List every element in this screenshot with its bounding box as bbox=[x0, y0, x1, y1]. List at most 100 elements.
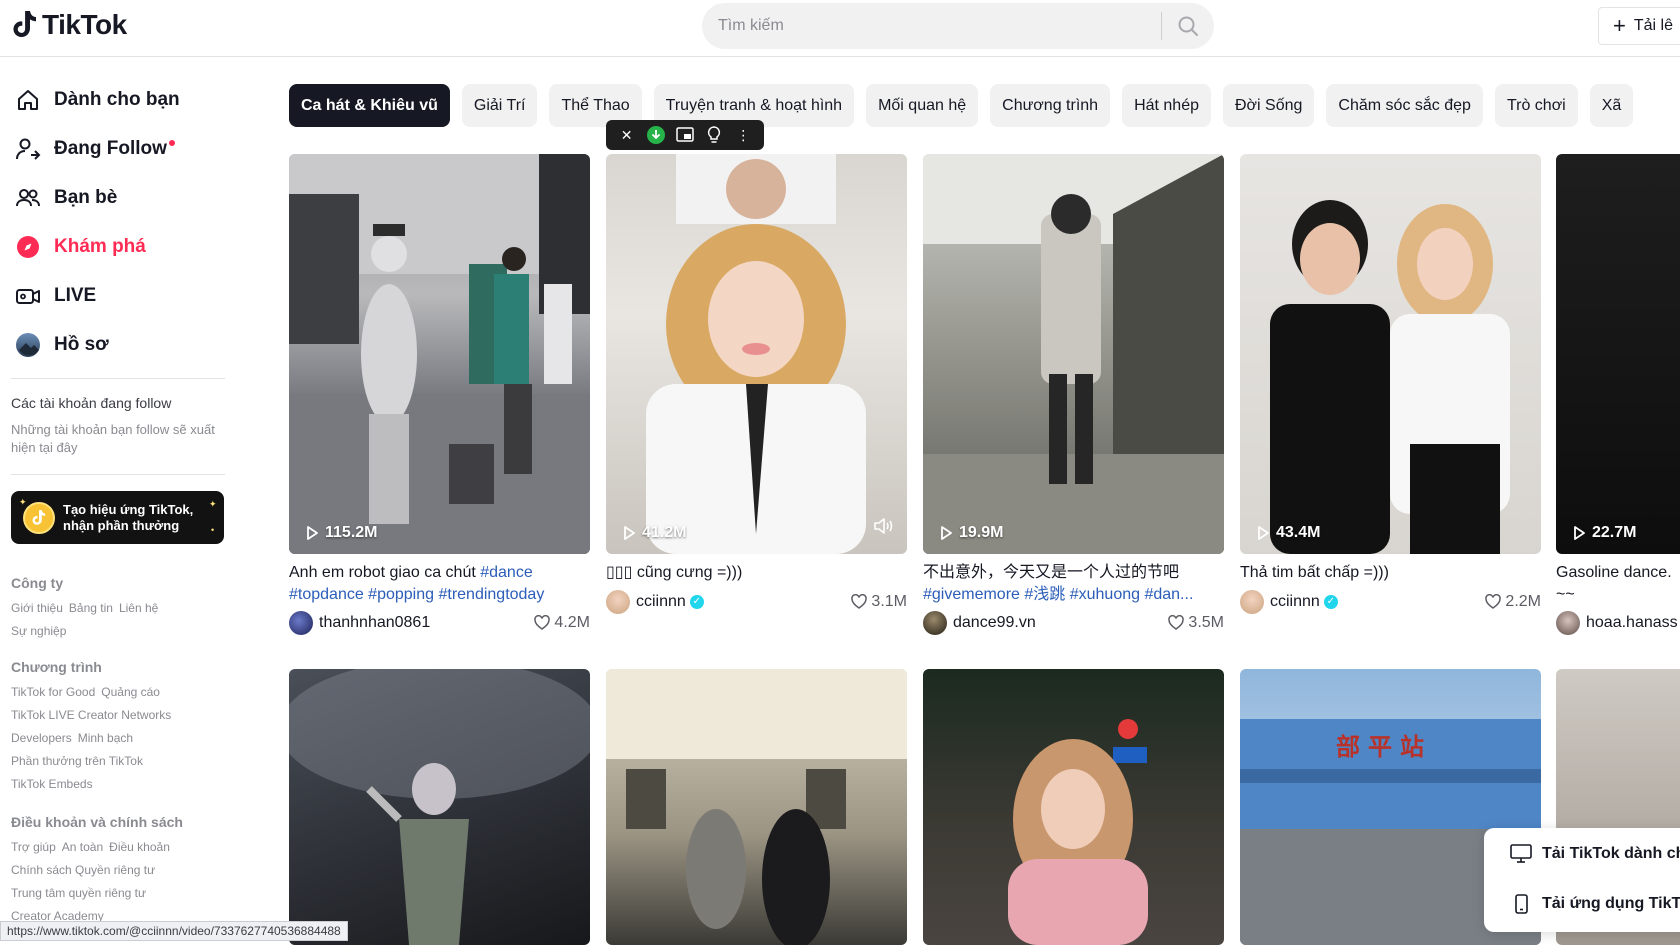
video-thumbnail[interactable]: 22.7M bbox=[1556, 154, 1680, 554]
footer-links-company: Giới thiệu Bảng tin Liên hệ Sự nghiệp bbox=[11, 597, 221, 643]
thumbnail-scene bbox=[646, 154, 866, 554]
category-pill[interactable]: Ca hát & Khiêu vũ bbox=[289, 84, 450, 127]
view-count-text: 19.9M bbox=[959, 524, 1004, 541]
video-thumbnail[interactable]: 43.4M bbox=[1240, 154, 1541, 554]
footer-section-terms: Điều khoản và chính sách bbox=[11, 814, 183, 830]
video-thumbnail[interactable]: 19.9M bbox=[923, 154, 1224, 554]
description-text: Anh em robot giao ca chút bbox=[289, 564, 481, 581]
user-avatar[interactable] bbox=[1240, 590, 1264, 614]
footer-link[interactable]: TikTok for Good bbox=[11, 685, 95, 699]
footer-link[interactable]: Chính sách Quyền riêng tư bbox=[11, 863, 155, 877]
play-icon bbox=[307, 526, 318, 540]
video-description[interactable]: 不出意外，今天又是一个人过的节吧 #givememore #浅跳 #xuhuon… bbox=[923, 562, 1224, 606]
user-avatar[interactable] bbox=[923, 611, 947, 635]
user-avatar[interactable] bbox=[606, 590, 630, 614]
footer-link[interactable]: Liên hệ bbox=[119, 601, 158, 615]
footer-link[interactable]: TikTok Embeds bbox=[11, 777, 93, 791]
video-card[interactable] bbox=[606, 669, 907, 945]
video-description[interactable]: ▯▯▯ cũng cưng =))) bbox=[606, 562, 907, 584]
category-pill[interactable]: Trò chơi bbox=[1494, 84, 1578, 127]
footer-link[interactable]: Trợ giúp bbox=[11, 840, 56, 854]
nav-label: Đang Follow bbox=[54, 138, 167, 159]
tiktok-logo[interactable]: TikTok bbox=[10, 9, 127, 41]
nav-label: Bạn bè bbox=[54, 187, 118, 208]
video-thumbnail[interactable]: 115.2M bbox=[289, 154, 590, 554]
footer-section-programs: Chương trình bbox=[11, 659, 102, 675]
like-count: 2.2M bbox=[1485, 593, 1541, 611]
username[interactable]: hoaa.hanass bbox=[1586, 614, 1680, 632]
view-count-text: 115.2M bbox=[325, 524, 378, 541]
footer-link[interactable]: Bảng tin bbox=[69, 601, 113, 615]
picture-in-picture-icon[interactable] bbox=[674, 124, 696, 146]
nav-for-you[interactable]: Dành cho bạn bbox=[14, 86, 180, 114]
footer-link[interactable]: Trung tâm quyền riêng tư bbox=[11, 886, 146, 900]
create-effect-banner[interactable]: Tạo hiệu ứng TikTok, nhận phần thưởng ✦ … bbox=[11, 491, 224, 544]
category-pill[interactable]: Hát nhép bbox=[1122, 84, 1211, 127]
category-pill[interactable]: Chương trình bbox=[990, 84, 1111, 127]
footer-link[interactable]: Minh bạch bbox=[78, 731, 133, 745]
home-icon bbox=[14, 86, 42, 114]
user-avatar[interactable] bbox=[289, 611, 313, 635]
footer-link[interactable]: Giới thiệu bbox=[11, 601, 63, 615]
username[interactable]: thanhnhan0861 bbox=[319, 614, 534, 632]
lightbulb-icon[interactable] bbox=[703, 124, 725, 146]
explore-icon bbox=[14, 233, 42, 261]
video-thumbnail[interactable] bbox=[289, 669, 590, 945]
thumbnail-scene bbox=[289, 669, 590, 945]
close-icon[interactable]: ✕ bbox=[616, 124, 638, 146]
search-input[interactable] bbox=[702, 3, 1161, 49]
footer-link[interactable]: Quảng cáo bbox=[101, 685, 160, 699]
username-wrap[interactable]: cciinnn ✓ bbox=[1270, 593, 1485, 611]
video-description[interactable]: Thả tim bất chấp =))) bbox=[1240, 562, 1541, 584]
video-card[interactable]: 22.7M Gasoline dance. ~~ hoaa.hanass bbox=[1556, 154, 1680, 644]
like-count-text: 3.1M bbox=[871, 593, 907, 610]
category-pill[interactable]: Mối quan hệ bbox=[866, 84, 979, 127]
video-description[interactable]: Anh em robot giao ca chút #dance #topdan… bbox=[289, 562, 590, 606]
search-icon bbox=[1178, 16, 1198, 36]
username[interactable]: dance99.vn bbox=[953, 614, 1168, 632]
view-count: 22.7M bbox=[1572, 524, 1636, 542]
heart-icon bbox=[534, 615, 551, 630]
footer-link[interactable]: An toàn bbox=[62, 840, 103, 854]
footer-link[interactable]: Phần thưởng trên TikTok bbox=[11, 754, 143, 768]
footer-link[interactable]: Developers bbox=[11, 731, 72, 745]
footer-link[interactable]: Điều khoản bbox=[109, 840, 170, 854]
category-pill[interactable]: Đời Sống bbox=[1223, 84, 1315, 127]
download-icon[interactable] bbox=[645, 124, 667, 146]
download-mobile-link[interactable]: Tải ứng dụng TikTo bbox=[1510, 894, 1680, 914]
mute-button[interactable] bbox=[873, 517, 895, 540]
play-icon bbox=[941, 526, 952, 540]
user-avatar[interactable] bbox=[1556, 611, 1580, 635]
username-wrap[interactable]: cciinnn ✓ bbox=[636, 593, 851, 611]
nav-friends[interactable]: Bạn bè bbox=[14, 184, 117, 212]
category-pill[interactable]: Chăm sóc sắc đẹp bbox=[1326, 84, 1483, 127]
status-bar-url: https://www.tiktok.com/@cciinnn/video/73… bbox=[0, 921, 348, 941]
upload-button[interactable]: + Tải lê bbox=[1598, 7, 1680, 45]
category-pill[interactable]: Giải Trí bbox=[461, 84, 538, 127]
video-thumbnail[interactable] bbox=[923, 669, 1224, 945]
video-description[interactable]: Gasoline dance. ~~ bbox=[1556, 562, 1680, 606]
footer-link[interactable]: Sự nghiệp bbox=[11, 624, 66, 638]
username: cciinnn bbox=[636, 593, 686, 610]
more-vertical-icon[interactable]: ⋮ bbox=[732, 124, 754, 146]
video-card[interactable] bbox=[923, 669, 1224, 945]
nav-following[interactable]: Đang Follow bbox=[14, 135, 175, 163]
nav-label-wrap: Đang Follow bbox=[54, 138, 175, 160]
hashtags[interactable]: #givememore #浅跳 #xuhuong #dan... bbox=[923, 586, 1193, 603]
like-count: 4.2M bbox=[534, 614, 590, 632]
video-thumbnail[interactable]: 41.2M bbox=[606, 154, 907, 554]
nav-live[interactable]: LIVE bbox=[14, 282, 96, 310]
nav-explore[interactable]: Khám phá bbox=[14, 233, 146, 261]
search-button[interactable] bbox=[1162, 3, 1214, 49]
footer-link[interactable]: TikTok LIVE Creator Networks bbox=[11, 708, 171, 722]
like-count: 3.1M bbox=[851, 593, 907, 611]
like-count-text: 2.2M bbox=[1505, 593, 1541, 610]
play-icon bbox=[1258, 526, 1269, 540]
view-count-text: 41.2M bbox=[642, 524, 687, 541]
video-thumbnail[interactable] bbox=[606, 669, 907, 945]
nav-profile[interactable]: Hồ sơ bbox=[14, 331, 109, 359]
like-count-text: 3.5M bbox=[1188, 614, 1224, 631]
category-pill[interactable]: Xã bbox=[1589, 84, 1634, 127]
video-card[interactable] bbox=[289, 669, 590, 945]
download-desktop-link[interactable]: Tải TikTok dành ch bbox=[1510, 844, 1680, 864]
